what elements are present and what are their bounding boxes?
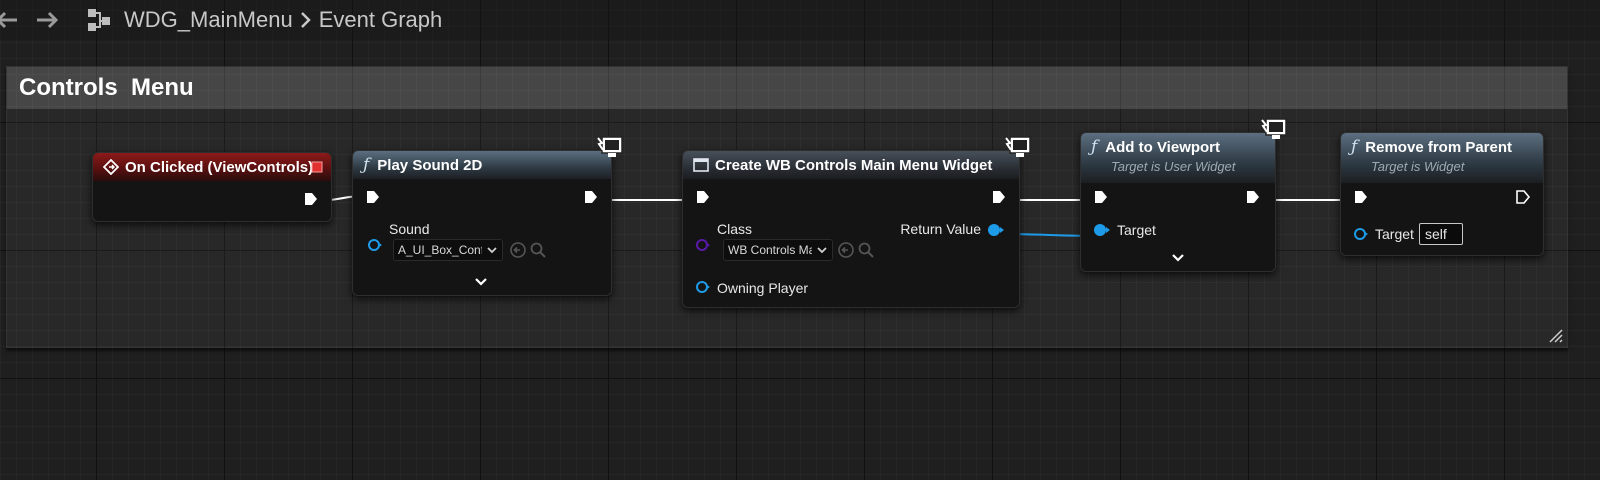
node-title: Remove from Parent bbox=[1365, 138, 1513, 156]
target-pin-label: Target bbox=[1375, 226, 1414, 242]
node-title: Create WB Controls Main Menu Widget bbox=[715, 156, 993, 174]
sound-asset-dropdown[interactable]: A_UI_Box_Confi bbox=[393, 239, 503, 261]
exec-output-pin-unconnected[interactable] bbox=[1515, 189, 1531, 205]
widget-class-dropdown[interactable]: WB Controls Ma bbox=[723, 239, 833, 261]
exec-output-pin[interactable] bbox=[1245, 189, 1261, 205]
delegate-square-icon[interactable] bbox=[311, 161, 323, 173]
widget-window-icon bbox=[693, 158, 709, 172]
node-header: ƒ Add to Viewport Target is User Widget bbox=[1081, 133, 1275, 183]
exec-input-pin[interactable] bbox=[365, 189, 381, 205]
sound-asset-value: A_UI_Box_Confi bbox=[398, 243, 482, 257]
object-pin-icon[interactable] bbox=[695, 279, 711, 295]
return-value-pin[interactable] bbox=[987, 223, 1005, 237]
use-selected-asset-icon[interactable] bbox=[509, 241, 527, 259]
chevron-down-icon bbox=[817, 247, 827, 254]
object-pin-icon[interactable] bbox=[367, 237, 383, 253]
latent-action-monitor-icon bbox=[1005, 136, 1031, 157]
node-subtitle: Target is Widget bbox=[1371, 159, 1465, 174]
latent-action-monitor-icon bbox=[597, 136, 623, 157]
node-title: Add to Viewport bbox=[1105, 138, 1221, 156]
function-icon: ƒ bbox=[363, 155, 370, 175]
function-node-add-to-viewport[interactable]: ƒ Add to Viewport Target is User Widget … bbox=[1080, 132, 1276, 272]
event-diamond-icon bbox=[103, 159, 119, 175]
return-value-label: Return Value bbox=[900, 221, 981, 237]
target-self-field[interactable]: self bbox=[1419, 223, 1463, 245]
function-node-play-sound-2d[interactable]: ƒ Play Sound 2D Sound A_UI_Box_Confi bbox=[352, 150, 612, 296]
exec-output-pin[interactable] bbox=[303, 191, 319, 207]
object-pin-icon[interactable] bbox=[1353, 226, 1369, 242]
function-icon: ƒ bbox=[1091, 137, 1098, 157]
target-self-value: self bbox=[1425, 226, 1447, 242]
class-pin-label: Class bbox=[717, 221, 753, 237]
exec-output-pin[interactable] bbox=[991, 189, 1007, 205]
target-object-pin[interactable] bbox=[1093, 223, 1111, 237]
exec-input-pin[interactable] bbox=[1093, 189, 1109, 205]
browse-asset-search-icon[interactable] bbox=[529, 241, 547, 259]
exec-output-pin[interactable] bbox=[583, 189, 599, 205]
widget-class-value: WB Controls Ma bbox=[728, 243, 812, 257]
latent-action-monitor-icon bbox=[1261, 118, 1287, 139]
node-header: ƒ Remove from Parent Target is Widget bbox=[1341, 133, 1543, 183]
function-icon: ƒ bbox=[1351, 137, 1358, 157]
node-subtitle: Target is User Widget bbox=[1111, 159, 1236, 174]
exec-input-pin[interactable] bbox=[695, 189, 711, 205]
sound-pin-label: Sound bbox=[389, 221, 430, 237]
event-node-on-clicked[interactable]: On Clicked (ViewControls) bbox=[92, 152, 332, 222]
class-pin-icon[interactable] bbox=[695, 237, 711, 253]
owning-player-label: Owning Player bbox=[717, 280, 809, 296]
node-title: Play Sound 2D bbox=[377, 156, 483, 174]
target-pin-label: Target bbox=[1117, 222, 1156, 238]
chevron-down-icon bbox=[487, 247, 497, 254]
use-selected-asset-icon[interactable] bbox=[837, 241, 855, 259]
browse-asset-search-icon[interactable] bbox=[857, 241, 875, 259]
expand-chevron-icon[interactable] bbox=[1171, 253, 1185, 263]
function-node-remove-from-parent[interactable]: ƒ Remove from Parent Target is Widget Ta… bbox=[1340, 132, 1544, 256]
exec-input-pin[interactable] bbox=[1353, 189, 1369, 205]
create-widget-node[interactable]: Create WB Controls Main Menu Widget Clas… bbox=[682, 150, 1020, 308]
node-header: On Clicked (ViewControls) bbox=[93, 153, 331, 181]
node-header: ƒ Play Sound 2D bbox=[353, 151, 611, 179]
node-header: Create WB Controls Main Menu Widget bbox=[683, 151, 1019, 179]
node-title: On Clicked (ViewControls) bbox=[125, 158, 314, 176]
expand-chevron-icon[interactable] bbox=[474, 277, 488, 287]
